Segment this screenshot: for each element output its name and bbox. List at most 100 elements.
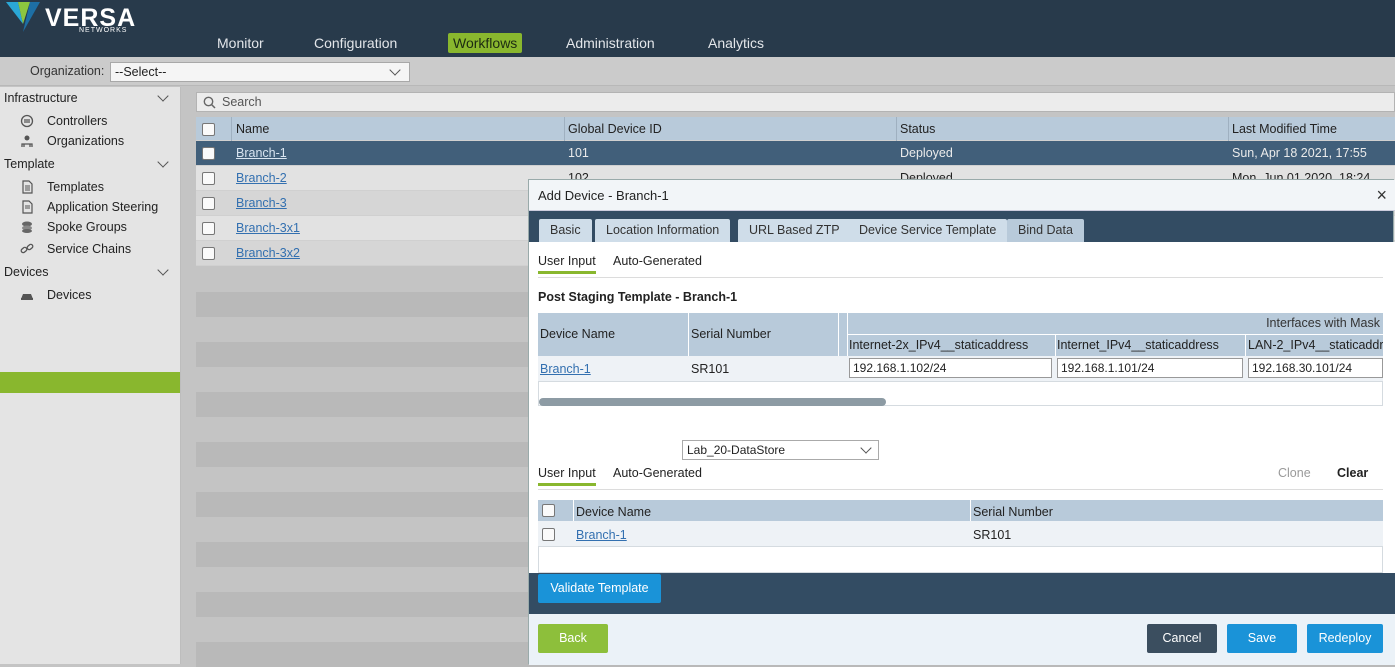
device-name-link[interactable]: Branch-3x1 (236, 221, 300, 235)
sidebar-section-infrastructure[interactable]: Infrastructure (4, 91, 78, 105)
chevron-down-icon[interactable] (157, 90, 169, 102)
template-name: Template : Branch-1 (905, 419, 1017, 433)
service-select-all-checkbox[interactable] (542, 504, 555, 517)
chevron-down-icon[interactable] (157, 264, 169, 276)
divider (538, 277, 1383, 278)
versa-logo-icon (6, 2, 40, 32)
service-col-device: Device Name (576, 505, 652, 519)
nav-analytics[interactable]: Analytics (708, 33, 764, 53)
grid-device-link[interactable]: Branch-1 (540, 362, 591, 376)
col-global-device-id[interactable]: Global Device ID (568, 122, 662, 136)
tab-bind-data[interactable]: Bind Data (1007, 219, 1084, 242)
divider (538, 489, 1383, 490)
clear-button[interactable]: Clear (1337, 466, 1368, 480)
col-last-modified[interactable]: Last Modified Time (1232, 122, 1337, 136)
column-divider (838, 313, 839, 356)
redeploy-button[interactable]: Redeploy (1307, 624, 1383, 653)
tab-basic[interactable]: Basic (539, 219, 592, 242)
search-icon (203, 96, 216, 109)
device-id: 101 (568, 146, 589, 160)
service-templates-label: Service Templates : (538, 442, 647, 456)
grid-serial: SR101 (691, 362, 730, 376)
chevron-down-icon[interactable] (157, 156, 169, 168)
service-grid-row (538, 521, 1383, 547)
service-col-serial: Serial Number (973, 505, 1053, 519)
brand-sub: NETWORKS (79, 27, 128, 34)
device-name-link[interactable]: Branch-1 (236, 146, 287, 160)
organization-select[interactable]: --Select-- (110, 62, 410, 82)
service-device-link[interactable]: Branch-1 (576, 528, 627, 542)
device-name-link[interactable]: Branch-3x2 (236, 246, 300, 260)
versa-logo: VERSA NETWORKS (4, 2, 184, 42)
modal-header: Add Device - Branch-1 × (529, 180, 1395, 211)
row-checkbox[interactable] (202, 172, 215, 185)
var-1-input[interactable]: 192.168.1.102/24 (849, 358, 1052, 378)
subtab-auto-generated[interactable]: Auto-Generated (613, 466, 702, 486)
horizontal-scrollbar[interactable] (539, 398, 886, 406)
row-checkbox[interactable] (202, 147, 215, 160)
col-name[interactable]: Name (236, 122, 269, 136)
service-serial: SR101 (973, 528, 1012, 542)
col-var-2: Internet_IPv4__staticaddress (1057, 338, 1219, 352)
modal-title: Add Device - Branch-1 (538, 188, 669, 203)
column-divider (970, 500, 971, 521)
validate-template-button[interactable]: Validate Template (538, 574, 661, 603)
subtab-auto-generated[interactable]: Auto-Generated (613, 254, 702, 274)
organization-icon (21, 135, 33, 147)
clone-button[interactable]: Clone (1278, 466, 1311, 480)
close-icon[interactable]: × (1376, 185, 1387, 206)
sidebar-item-label: Spoke Groups (47, 220, 127, 234)
spoke-groups-icon (22, 221, 32, 233)
device-modified: Sun, Apr 18 2021, 17:55 (1232, 146, 1367, 160)
table-row[interactable]: Branch-1 101 Deployed Sun, Apr 18 2021, … (196, 141, 1395, 166)
cancel-button[interactable]: Cancel (1147, 624, 1217, 653)
column-divider (1228, 117, 1229, 141)
service-templates-select[interactable]: Lab_20-DataStore (682, 440, 879, 460)
template-icon (22, 180, 33, 194)
back-button[interactable]: Back (538, 624, 608, 653)
controller-icon (20, 114, 34, 128)
var-2-input[interactable]: 192.168.1.101/24 (1057, 358, 1243, 378)
grid-group-header (538, 313, 1383, 335)
sidebar-section-template[interactable]: Template (4, 157, 55, 171)
col-var-1: Internet-2x_IPv4__staticaddress (849, 338, 1029, 352)
service-template-title: Service Template Variable (538, 418, 692, 432)
sidebar-item-label: Application Steering (47, 200, 159, 214)
service-grid-body (538, 547, 1383, 573)
tab-device-service-template[interactable]: Device Service Template (848, 219, 1008, 242)
var-3-input[interactable]: 192.168.30.101/24 (1248, 358, 1383, 378)
modal-footer: Back Cancel Save Redeploy (529, 614, 1395, 665)
row-checkbox[interactable] (202, 197, 215, 210)
nav-monitor[interactable]: Monitor (217, 33, 264, 53)
tab-url-based-ztp[interactable]: URL Based ZTP (738, 219, 851, 242)
nav-configuration[interactable]: Configuration (314, 33, 397, 53)
row-checkbox[interactable] (202, 247, 215, 260)
sidebar-section-devices[interactable]: Devices (4, 265, 48, 279)
add-device-modal: Add Device - Branch-1 × Basic Location I… (528, 179, 1395, 665)
steering-icon (22, 200, 33, 214)
subtab-user-input[interactable]: User Input (538, 254, 596, 274)
col-serial-number: Serial Number (691, 327, 771, 341)
row-checkbox[interactable] (202, 222, 215, 235)
sidebar-item-label: Devices (47, 288, 92, 302)
organization-select-value: --Select-- (115, 65, 167, 79)
device-name-link[interactable]: Branch-3 (236, 196, 287, 210)
service-templates-value: Lab_20-DataStore (687, 443, 786, 457)
nav-administration[interactable]: Administration (566, 33, 655, 53)
sidebar-item-label: Service Chains (47, 242, 132, 256)
device-name-link[interactable]: Branch-2 (236, 171, 287, 185)
tab-location-information[interactable]: Location Information (595, 219, 731, 242)
service-grid-header (538, 500, 1383, 521)
col-status[interactable]: Status (900, 122, 935, 136)
devices-icon (21, 294, 33, 300)
sidebar-active-highlight (0, 372, 180, 393)
select-all-checkbox[interactable] (202, 123, 215, 136)
sidebar-item-label: Organizations (47, 134, 125, 148)
save-button[interactable]: Save (1227, 624, 1297, 653)
sidebar: Infrastructure Controllers Organizations… (0, 87, 181, 664)
column-divider (896, 117, 897, 141)
search-bar[interactable]: Search (196, 92, 1395, 112)
nav-workflows[interactable]: Workflows (448, 33, 523, 53)
subtab-user-input[interactable]: User Input (538, 466, 596, 486)
service-row-checkbox[interactable] (542, 528, 555, 541)
